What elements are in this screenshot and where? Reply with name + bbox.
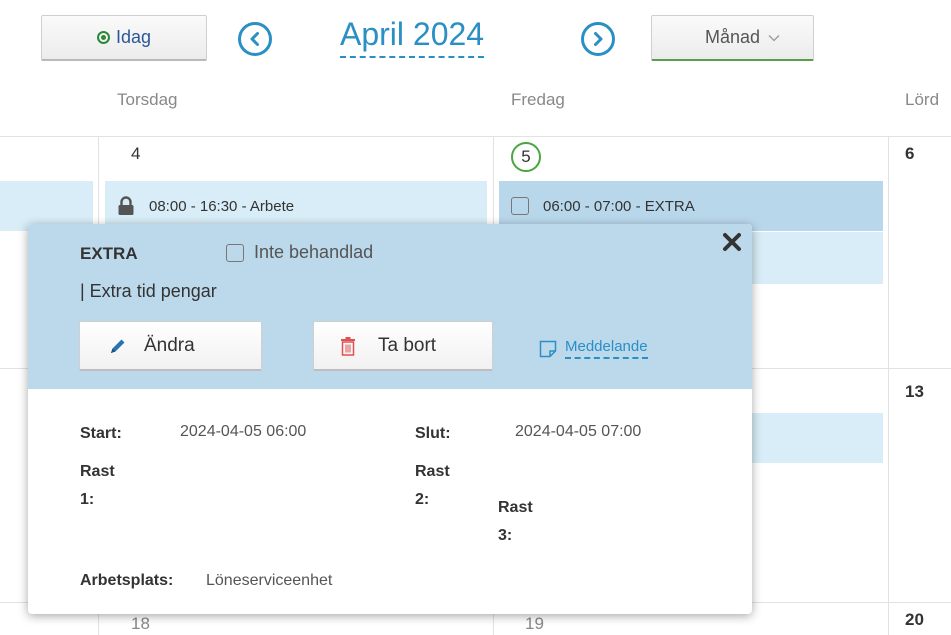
end-value: 2024-04-05 07:00 xyxy=(515,423,642,440)
day-header-friday: Fredag xyxy=(511,90,565,109)
month-title[interactable]: April 2024 xyxy=(340,14,485,58)
grid-line xyxy=(888,136,889,635)
date-cell-number[interactable]: 19 xyxy=(525,614,544,634)
status-toggle[interactable]: Inte behandlad xyxy=(226,242,373,263)
day-header-saturday: Lörd xyxy=(905,90,940,109)
lock-icon xyxy=(118,196,134,215)
checkbox-icon xyxy=(511,197,529,215)
checkbox-icon[interactable] xyxy=(226,243,244,262)
event-label: 06:00 - 07:00 - EXTRA xyxy=(543,197,695,215)
today-dot-icon xyxy=(96,31,110,44)
start-value: 2024-04-05 06:00 xyxy=(180,423,307,440)
break2-label: Rast xyxy=(415,463,450,480)
close-icon[interactable] xyxy=(718,228,746,256)
date-cell-number[interactable]: 20 xyxy=(905,610,924,630)
event-continuation xyxy=(752,413,883,463)
end-label: Slut: xyxy=(415,425,451,442)
event-type: EXTRA xyxy=(80,244,138,263)
chevron-down-icon xyxy=(768,34,780,41)
break1-label: 1: xyxy=(80,491,95,508)
date-cell-number[interactable]: 4 xyxy=(131,144,140,164)
edit-button-label: Ändra xyxy=(144,334,195,356)
break3-label: Rast xyxy=(498,499,533,516)
workplace-value: Löneserviceenhet xyxy=(206,572,333,589)
today-button[interactable]: Idag xyxy=(41,15,207,61)
event-continuation xyxy=(752,232,883,284)
event-description: | Extra tid pengar xyxy=(80,281,217,301)
break2-label: 2: xyxy=(415,491,430,508)
chevron-left-icon xyxy=(250,32,259,46)
note-icon xyxy=(539,340,557,357)
pencil-icon xyxy=(111,339,125,353)
today-date-marker[interactable]: 5 xyxy=(511,142,541,172)
break1-label: Rast xyxy=(80,463,115,480)
start-label: Start: xyxy=(80,425,122,442)
event-label: 08:00 - 16:30 - Arbete xyxy=(149,197,295,215)
message-link[interactable]: Meddelande xyxy=(539,338,648,359)
day-header-thursday: Torsdag xyxy=(117,90,178,109)
status-label: Inte behandlad xyxy=(254,242,374,262)
date-cell-number[interactable]: 6 xyxy=(905,144,914,164)
previous-month-button[interactable] xyxy=(238,22,272,56)
trash-icon xyxy=(341,336,355,356)
today-button-label: Idag xyxy=(115,27,152,47)
grid-line xyxy=(0,136,951,137)
event-details-popup: EXTRA Inte behandlad | Extra tid pengar … xyxy=(28,224,752,614)
view-select-label: Månad xyxy=(704,27,761,47)
next-month-button[interactable] xyxy=(581,22,615,56)
workplace-label: Arbetsplats: xyxy=(80,572,174,589)
delete-button[interactable]: Ta bort xyxy=(313,321,493,371)
edit-button[interactable]: Ändra xyxy=(79,321,262,371)
view-select[interactable]: Månad xyxy=(651,15,814,61)
date-cell-number[interactable]: 13 xyxy=(905,382,924,402)
break3-label: 3: xyxy=(498,527,513,544)
chevron-right-icon xyxy=(594,32,603,46)
message-link-label: Meddelande xyxy=(565,338,648,359)
delete-button-label: Ta bort xyxy=(378,334,437,356)
date-cell-number[interactable]: 18 xyxy=(131,614,150,634)
